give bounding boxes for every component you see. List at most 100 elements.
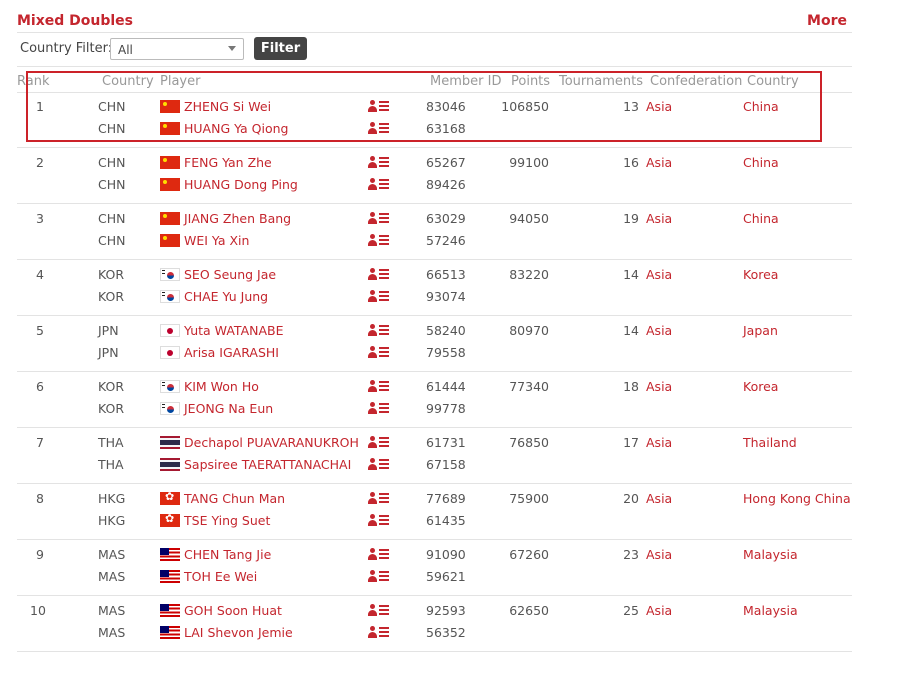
country-link[interactable]: Thailand [743, 435, 797, 450]
player-name-link[interactable]: FENG Yan Zhe [184, 155, 272, 170]
player-profile-icon[interactable] [368, 290, 390, 304]
country-code: MAS [98, 547, 126, 562]
flag-icon [160, 458, 180, 471]
country-link[interactable]: Korea [743, 267, 778, 282]
player-name-link[interactable]: SEO Seung Jae [184, 267, 276, 282]
country-link[interactable]: Malaysia [743, 547, 798, 562]
tournaments-value: 19 [623, 211, 639, 226]
flag-icon [160, 156, 180, 169]
tournaments-value: 14 [623, 323, 639, 338]
player-name-link[interactable]: TOH Ee Wei [184, 569, 257, 584]
row-divider [17, 651, 852, 652]
player-profile-icon[interactable] [368, 380, 390, 394]
player-profile-icon[interactable] [368, 268, 390, 282]
points-value: 67260 [509, 547, 549, 562]
confederation-link[interactable]: Asia [646, 547, 672, 562]
player-name-link[interactable]: Arisa IGARASHI [184, 345, 279, 360]
player-name-link[interactable]: Sapsiree TAERATTANACHAI [184, 457, 351, 472]
player-profile-icon[interactable] [368, 436, 390, 450]
player-profile-icon[interactable] [368, 346, 390, 360]
player-name-link[interactable]: TANG Chun Man [184, 491, 285, 506]
player-profile-icon[interactable] [368, 626, 390, 640]
player-profile-icon[interactable] [368, 570, 390, 584]
country-link[interactable]: Japan [743, 323, 778, 338]
points-value: 77340 [509, 379, 549, 394]
member-id: 93074 [426, 289, 466, 304]
country-code: JPN [98, 323, 119, 338]
player-name-link[interactable]: HUANG Dong Ping [184, 177, 298, 192]
country-link[interactable]: China [743, 211, 779, 226]
confederation-link[interactable]: Asia [646, 323, 672, 338]
country-link[interactable]: Hong Kong China [743, 491, 851, 506]
player-name-link[interactable]: GOH Soon Huat [184, 603, 282, 618]
confederation-link[interactable]: Asia [646, 435, 672, 450]
player-name-link[interactable]: CHAE Yu Jung [184, 289, 268, 304]
player-profile-icon[interactable] [368, 234, 390, 248]
row-divider [17, 259, 852, 260]
flag-icon [160, 514, 180, 527]
player-profile-icon[interactable] [368, 212, 390, 226]
section-title: Mixed Doubles [17, 13, 134, 29]
flag-icon [160, 626, 180, 639]
player-profile-icon[interactable] [368, 156, 390, 170]
rank-value: 7 [36, 435, 44, 450]
player-name-link[interactable]: WEI Ya Xin [184, 233, 249, 248]
country-code: CHN [98, 233, 126, 248]
player-profile-icon[interactable] [368, 402, 390, 416]
country-code: THA [98, 435, 124, 450]
member-id: 61731 [426, 435, 466, 450]
country-link[interactable]: China [743, 155, 779, 170]
flag-icon [160, 234, 180, 247]
player-name-link[interactable]: LAI Shevon Jemie [184, 625, 293, 640]
player-profile-icon[interactable] [368, 548, 390, 562]
row-divider [17, 539, 852, 540]
country-code: MAS [98, 603, 126, 618]
player-profile-icon[interactable] [368, 324, 390, 338]
confederation-link[interactable]: Asia [646, 603, 672, 618]
tournaments-value: 17 [623, 435, 639, 450]
filter-button[interactable]: Filter [254, 37, 307, 60]
player-profile-icon[interactable] [368, 514, 390, 528]
member-id: 67158 [426, 457, 466, 472]
player-profile-icon[interactable] [368, 604, 390, 618]
flag-icon [160, 346, 180, 359]
confederation-link[interactable]: Asia [646, 379, 672, 394]
country-filter-select[interactable]: All [110, 38, 244, 60]
player-name-link[interactable]: CHEN Tang Jie [184, 547, 271, 562]
tournaments-value: 20 [623, 491, 639, 506]
member-id: 59621 [426, 569, 466, 584]
confederation-link[interactable]: Asia [646, 155, 672, 170]
confederation-link[interactable]: Asia [646, 267, 672, 282]
rank-value: 10 [30, 603, 46, 618]
country-code: MAS [98, 625, 126, 640]
confederation-link[interactable]: Asia [646, 491, 672, 506]
player-name-link[interactable]: TSE Ying Suet [184, 513, 270, 528]
member-id: 57246 [426, 233, 466, 248]
country-filter-value: All [118, 43, 133, 57]
country-link[interactable]: Korea [743, 379, 778, 394]
player-name-link[interactable]: JIANG Zhen Bang [184, 211, 291, 226]
flag-icon [160, 570, 180, 583]
player-profile-icon[interactable] [368, 458, 390, 472]
player-name-link[interactable]: JEONG Na Eun [184, 401, 273, 416]
row-divider [17, 427, 852, 428]
member-id: 92593 [426, 603, 466, 618]
flag-icon [160, 212, 180, 225]
tournaments-value: 16 [623, 155, 639, 170]
country-link[interactable]: Malaysia [743, 603, 798, 618]
player-name-link[interactable]: KIM Won Ho [184, 379, 259, 394]
confederation-link[interactable]: Asia [646, 211, 672, 226]
player-profile-icon[interactable] [368, 178, 390, 192]
member-id: 99778 [426, 401, 466, 416]
member-id: 77689 [426, 491, 466, 506]
country-code: CHN [98, 211, 126, 226]
player-profile-icon[interactable] [368, 492, 390, 506]
row-divider [17, 595, 852, 596]
rank-value: 5 [36, 323, 44, 338]
player-name-link[interactable]: Yuta WATANABE [184, 323, 284, 338]
tournaments-value: 14 [623, 267, 639, 282]
player-name-link[interactable]: Dechapol PUAVARANUKROH [184, 435, 359, 450]
member-id: 56352 [426, 625, 466, 640]
more-link[interactable]: More [807, 13, 847, 29]
country-code: KOR [98, 401, 125, 416]
